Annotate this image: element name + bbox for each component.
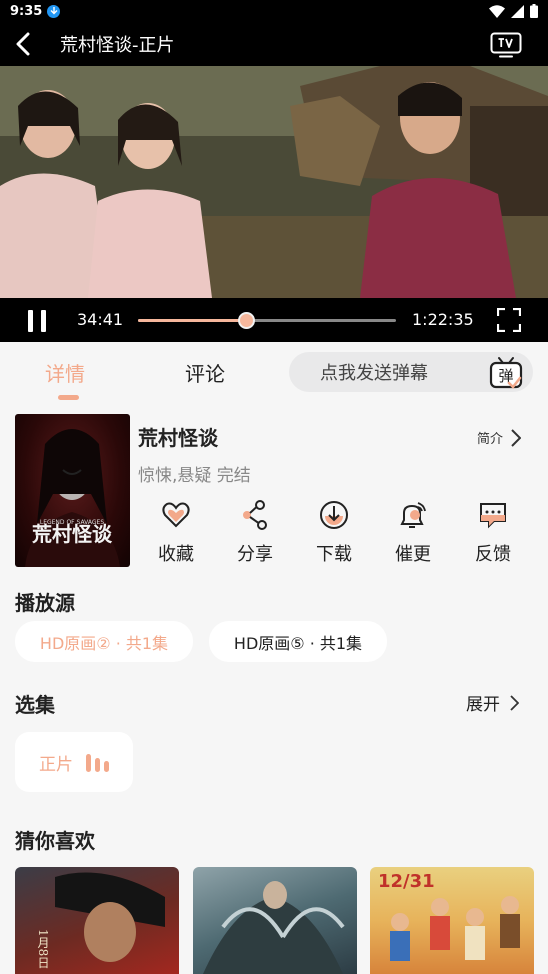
feedback-button[interactable]: 反馈 <box>458 500 528 566</box>
video-frame <box>0 66 548 298</box>
movie-title: 荒村怪谈 <box>138 426 218 450</box>
source-title: 播放源 <box>15 591 75 615</box>
tab-indicator <box>58 395 79 400</box>
expand-episodes-button[interactable]: 展开 <box>466 690 519 715</box>
danmu-button[interactable]: 弹 <box>489 356 523 395</box>
intro-link[interactable]: 简介 <box>477 428 522 447</box>
bell-icon <box>400 502 426 528</box>
signal-icon <box>511 4 524 18</box>
feedback-icon <box>480 503 506 529</box>
fullscreen-icon <box>496 307 522 333</box>
content-tabs: 详情 评论 点我发送弹幕 弹 <box>0 342 548 402</box>
video-player[interactable]: 34:41 1:22:35 <box>0 66 548 342</box>
svg-text:1月8日: 1月8日 <box>36 929 50 968</box>
download-icon <box>320 501 348 529</box>
back-button[interactable] <box>0 22 46 66</box>
episodes-title: 选集 <box>15 693 55 717</box>
episode-item[interactable]: 正片 <box>15 732 133 792</box>
movie-genre: 惊悚,悬疑 完结 <box>138 466 251 486</box>
recommend-poster-3: 12/31 <box>378 871 520 961</box>
share-icon <box>243 500 267 530</box>
status-time: 9:35 <box>10 3 43 19</box>
danmu-input[interactable]: 点我发送弹幕 弹 <box>289 352 533 392</box>
recommend-poster-1: 1月8日 <box>36 872 165 968</box>
recommend-title: 猜你喜欢 <box>15 829 95 853</box>
back-arrow-icon <box>16 32 30 56</box>
source-chip-2[interactable]: HD原画⑤ · 共1集 <box>209 621 387 662</box>
poster-art: LEGEND OF SAVAGES 荒村怪谈 <box>25 429 120 567</box>
svg-text:弹: 弹 <box>498 367 513 385</box>
intro-label: 简介 <box>477 432 504 447</box>
wifi-icon <box>489 4 505 18</box>
recommend-card-3[interactable]: 12/31 <box>370 867 534 974</box>
recommend-card-1[interactable]: 1月8日 <box>15 867 179 974</box>
seek-handle[interactable] <box>238 312 256 329</box>
tv-cast-button[interactable] <box>490 32 522 62</box>
current-time: 34:41 <box>77 310 124 329</box>
recommend-card-2[interactable] <box>193 867 357 974</box>
video-title: 荒村怪谈-正片 <box>60 35 175 56</box>
svg-text:荒村怪谈: 荒村怪谈 <box>32 522 113 546</box>
duration: 1:22:35 <box>412 310 474 329</box>
download-button[interactable]: 下载 <box>299 500 369 566</box>
player-controls: 34:41 1:22:35 <box>0 298 548 342</box>
chevron-right-icon <box>511 428 522 447</box>
danmu-placeholder: 点我发送弹幕 <box>320 363 428 384</box>
source-chip-1[interactable]: HD原画② · 共1集 <box>15 621 193 662</box>
pause-icon <box>28 310 33 332</box>
movie-poster[interactable]: LEGEND OF SAVAGES 荒村怪谈 <box>15 414 130 567</box>
heart-icon <box>162 502 190 528</box>
recommend-poster-2 <box>203 881 345 974</box>
download-notification-icon <box>47 4 61 18</box>
tv-icon <box>490 32 522 58</box>
urge-update-button[interactable]: 催更 <box>378 500 448 566</box>
status-bar: 9:35 <box>0 0 548 22</box>
title-bar: 荒村怪谈-正片 <box>0 22 548 66</box>
favorite-button[interactable]: 收藏 <box>141 500 211 566</box>
tab-details[interactable]: 详情 <box>45 358 85 387</box>
chevron-right-icon <box>510 694 519 711</box>
svg-text:12/31: 12/31 <box>378 871 435 892</box>
pause-button[interactable] <box>28 310 46 332</box>
fullscreen-button[interactable] <box>496 307 522 336</box>
danmu-icon: 弹 <box>489 357 523 389</box>
action-row: 收藏 分享 下载 催更 反馈 <box>138 500 538 570</box>
seek-progress <box>138 319 247 322</box>
playing-indicator-icon <box>86 752 109 772</box>
tab-comments[interactable]: 评论 <box>185 358 225 387</box>
share-button[interactable]: 分享 <box>220 500 290 566</box>
battery-icon <box>530 4 538 18</box>
seek-bar[interactable] <box>138 312 396 329</box>
